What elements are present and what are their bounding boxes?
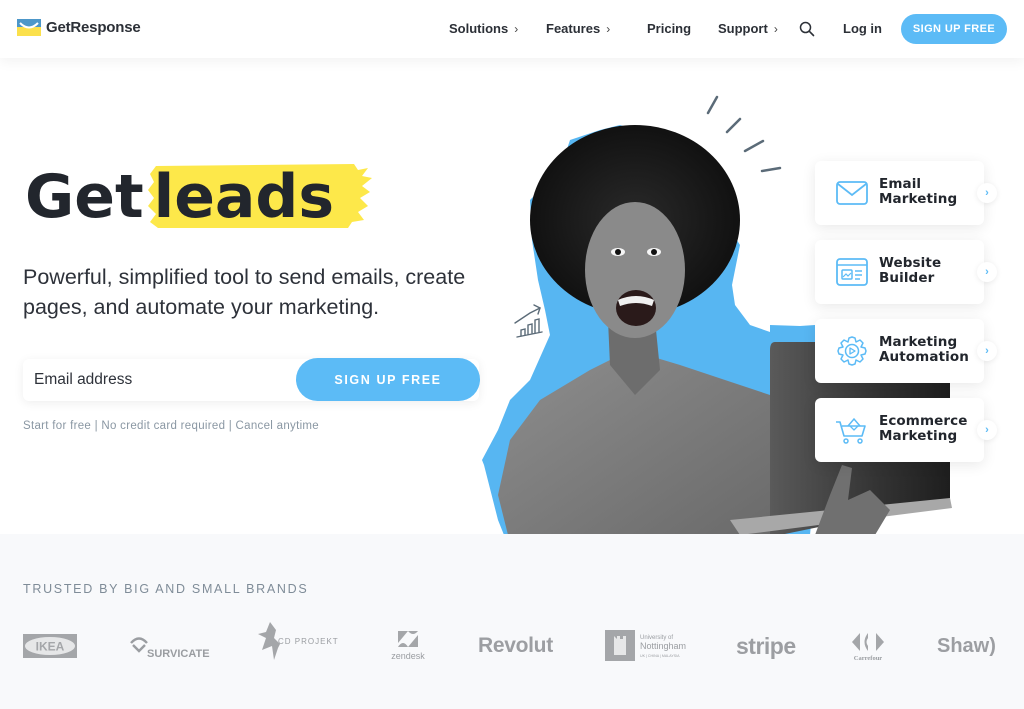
feature-label: Marketing Automation	[879, 335, 969, 365]
brand-logo-revolut: Revolut	[478, 626, 553, 666]
chevron-right-icon[interactable]: ›	[977, 420, 997, 440]
envelope-icon	[835, 177, 869, 209]
chevron-right-icon[interactable]: ›	[977, 341, 997, 361]
trusted-brands-section: TRUSTED BY BIG AND SMALL BRANDS IKEA SUR…	[0, 534, 1024, 709]
svg-text:SURVICATE: SURVICATE	[147, 648, 210, 660]
svg-text:UK | CHINA | MALAYSIA: UK | CHINA | MALAYSIA	[640, 654, 680, 658]
feature-label: Ecommerce Marketing	[879, 414, 968, 444]
hero-subtitle: Powerful, simplified tool to send emails…	[23, 265, 466, 319]
chevron-right-icon[interactable]: ›	[977, 183, 997, 203]
chevron-right-icon: ›	[606, 21, 611, 36]
site-header: GetResponse Solutions › Features › Prici…	[0, 0, 1024, 58]
svg-text:zendesk: zendesk	[391, 651, 425, 661]
brand-wordmark: Revolut	[478, 634, 553, 657]
feature-label-line: Automation	[879, 349, 969, 365]
feature-label-line: Marketing	[879, 334, 958, 350]
feature-card-ecommerce-marketing[interactable]: Ecommerce Marketing ›	[815, 398, 997, 462]
feature-card-marketing-automation[interactable]: Marketing Automation ›	[815, 319, 997, 383]
chevron-right-icon[interactable]: ›	[977, 262, 997, 282]
email-input[interactable]	[23, 359, 313, 401]
hero-illustration	[470, 80, 1024, 535]
brand-wordmark: Shaw)	[937, 634, 996, 657]
svg-text:CD PROJEKT: CD PROJEKT	[278, 637, 339, 646]
feature-card-email-marketing[interactable]: Email Marketing ›	[815, 161, 997, 225]
main-nav: Solutions › Features › Pricing Support ›…	[0, 0, 1024, 58]
feature-label: Email Marketing	[879, 177, 957, 207]
signup-fine-print: Start for free | No credit card required…	[23, 420, 319, 432]
feature-label-line: Email	[879, 176, 922, 192]
hero-photo	[482, 95, 952, 535]
brand-logo-carrefour: Carrefour	[846, 626, 890, 666]
shopping-cart-icon	[835, 414, 869, 446]
svg-text:Nottingham: Nottingham	[640, 641, 686, 651]
growth-chart-doodle	[514, 304, 543, 338]
brand-logo-ikea: IKEA	[23, 626, 77, 666]
brand-logo-zendesk: zendesk	[385, 626, 431, 666]
brand-logo-shaw: Shaw)	[937, 626, 996, 666]
excitement-strokes	[706, 95, 782, 173]
browser-window-icon	[835, 256, 869, 288]
header-signup-button[interactable]: SIGN UP FREE	[901, 14, 1007, 44]
login-link[interactable]: Log in	[843, 21, 882, 36]
feature-label-line: Marketing	[879, 191, 958, 207]
nav-support[interactable]: Support ›	[718, 21, 778, 36]
feature-label-line: Website	[879, 255, 942, 271]
chevron-right-icon: ›	[514, 21, 519, 36]
svg-text:Carrefour: Carrefour	[854, 655, 883, 662]
hero-title-highlight: leads	[147, 162, 372, 232]
nav-pricing[interactable]: Pricing	[647, 21, 691, 36]
brand-wordmark: stripe	[736, 632, 796, 659]
feature-label: Website Builder	[879, 256, 941, 286]
nav-label: Support	[718, 21, 768, 36]
feature-label-line: Marketing	[879, 428, 958, 444]
signup-form: SIGN UP FREE	[23, 358, 480, 401]
nav-label: Pricing	[647, 21, 692, 36]
brand-logo-cd-projekt: CD PROJEKT	[256, 622, 340, 662]
hero-title-word: Get	[25, 162, 144, 232]
brand-logo-university-of-nottingham: University of Nottingham UK | CHINA | MA…	[605, 626, 691, 666]
gear-play-icon	[835, 335, 869, 367]
feature-label-line: Ecommerce	[879, 413, 968, 429]
search-icon[interactable]	[799, 21, 815, 37]
nav-label: Solutions	[449, 21, 509, 36]
svg-text:IKEA: IKEA	[36, 640, 65, 654]
hero-title-highlight-word: leads	[153, 162, 335, 232]
chevron-right-icon: ›	[773, 21, 778, 36]
brand-logo-survicate: SURVICATE	[127, 626, 211, 666]
trusted-title: TRUSTED BY BIG AND SMALL BRANDS	[23, 582, 309, 596]
hero-signup-button[interactable]: SIGN UP FREE	[296, 358, 480, 401]
nav-label: Features	[546, 21, 601, 36]
feature-card-website-builder[interactable]: Website Builder ›	[815, 240, 997, 304]
feature-label-line: Builder	[879, 270, 935, 286]
brand-logo-stripe: stripe	[736, 626, 796, 666]
nav-solutions[interactable]: Solutions ›	[449, 21, 518, 36]
nav-features[interactable]: Features ›	[546, 21, 610, 36]
hero-title: Get leads	[25, 162, 372, 232]
